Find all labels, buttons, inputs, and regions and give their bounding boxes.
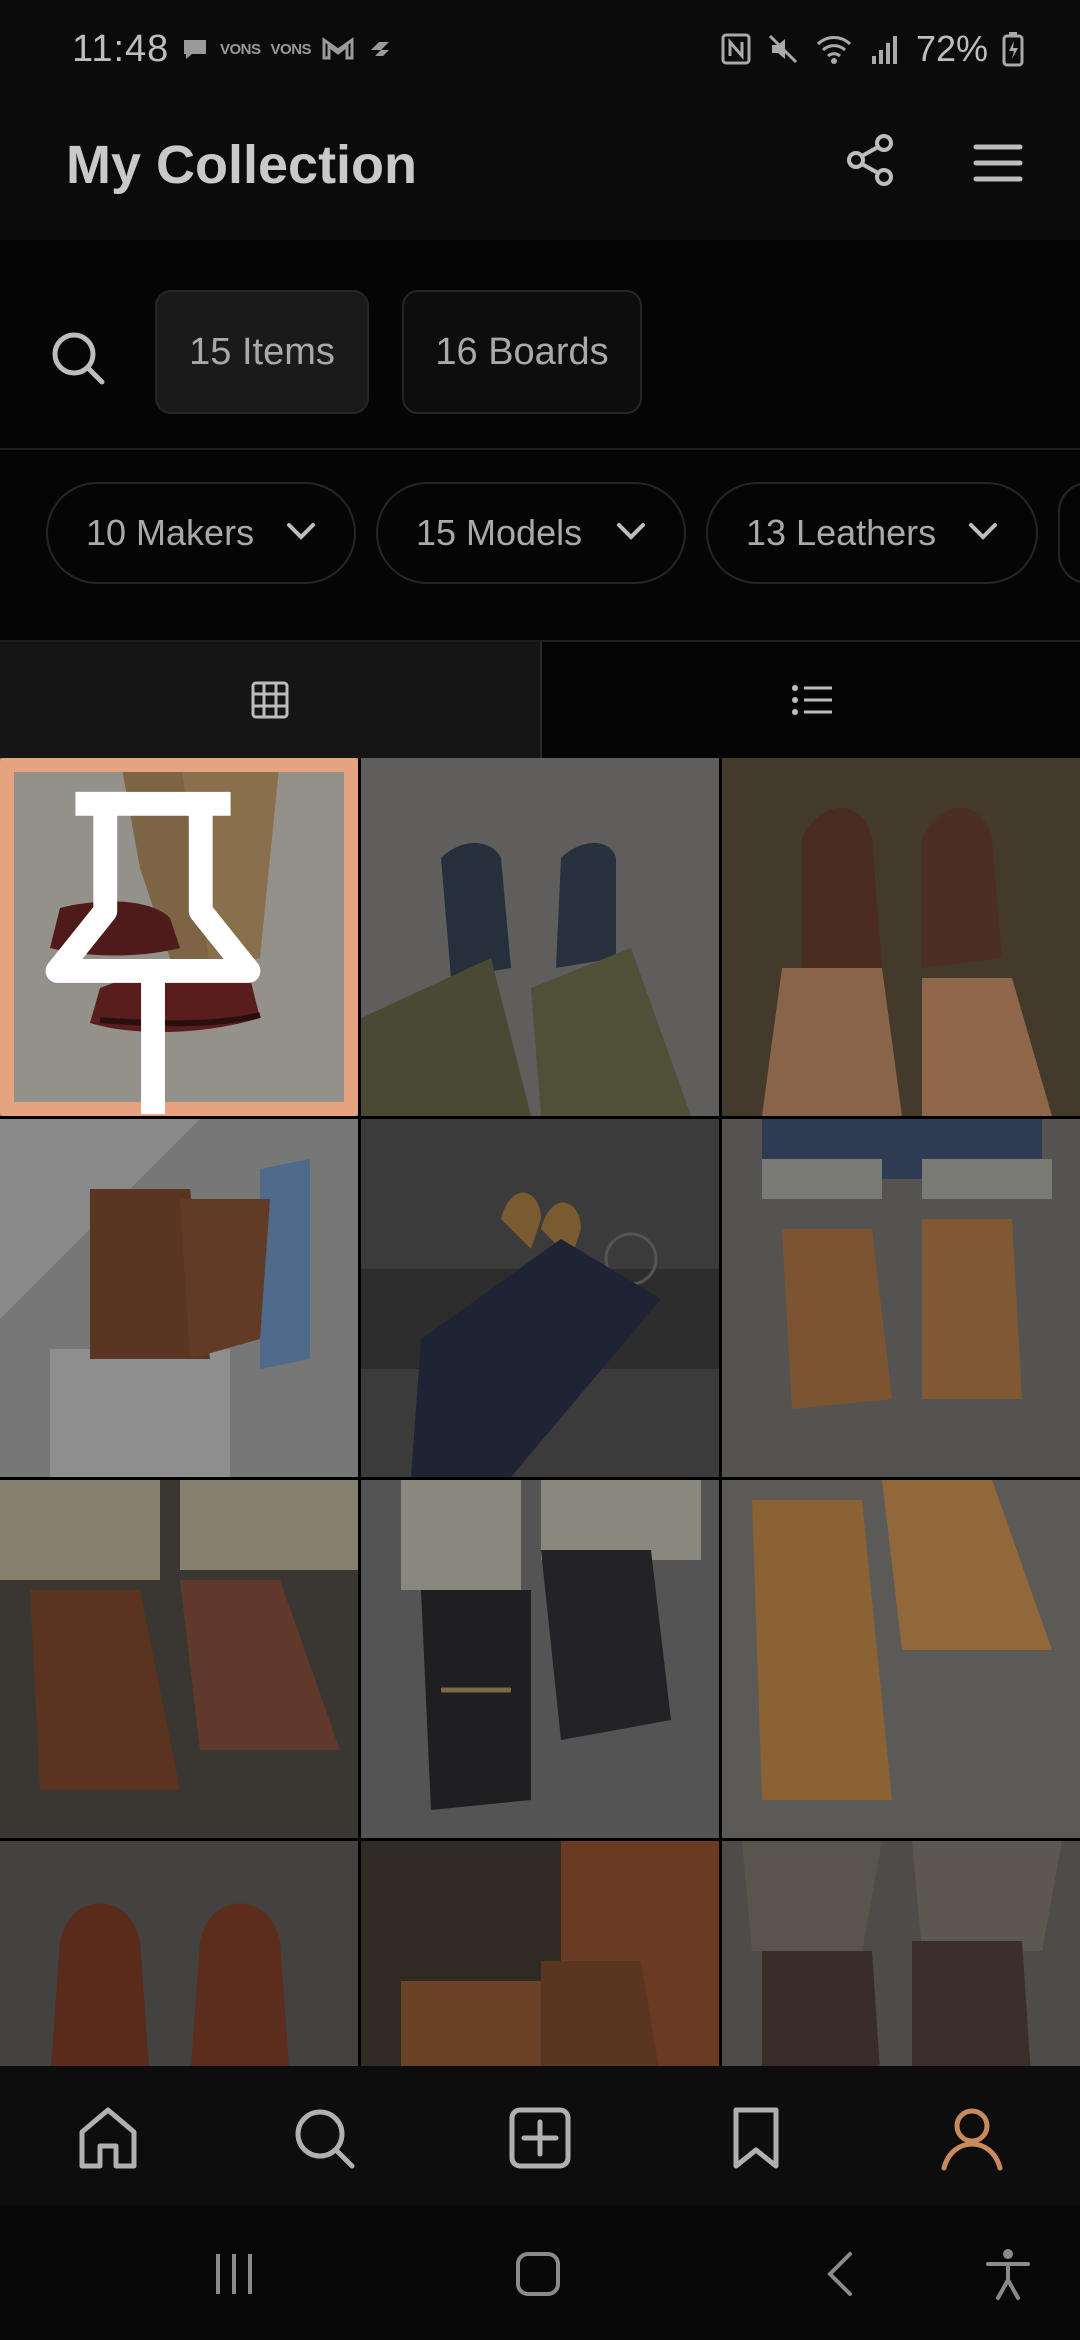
grid-view-icon (251, 681, 289, 719)
collection-photo[interactable] (361, 1119, 719, 1477)
collection-photo[interactable] (0, 1119, 358, 1477)
chip-label: 15 Models (416, 512, 583, 553)
chip-label: 10 Makers (86, 512, 255, 553)
notification-icons: VONS VONS (180, 34, 395, 64)
battery-percent: 72% (915, 28, 988, 69)
collection-search-button[interactable] (46, 326, 110, 390)
add-post-icon (509, 2107, 571, 2169)
nfc-icon (721, 33, 751, 65)
chevron-down-icon (287, 523, 315, 540)
collection-photo[interactable] (361, 1841, 719, 2066)
photo-natural-tan-boots (722, 1480, 1080, 1838)
hamburger-menu-icon (973, 144, 1023, 182)
nav-saved[interactable] (720, 2102, 792, 2174)
photo-dark-brown-boots (722, 1841, 1080, 2066)
collection-photo[interactable] (722, 1841, 1080, 2066)
chevron-down-icon (969, 523, 997, 540)
system-navigation-bar (0, 2206, 1080, 2340)
status-time: 11:48 (72, 28, 170, 70)
boards-tab[interactable]: 16 Boards (402, 290, 642, 414)
status-bar: 11:48 VONS VONS 72% (0, 0, 1080, 100)
collection-photo[interactable] (722, 1119, 1080, 1477)
collection-photo[interactable] (722, 1480, 1080, 1838)
pin-icon (45, 791, 261, 1115)
gmail-icon (322, 37, 354, 60)
nav-add[interactable] (504, 2102, 576, 2174)
profile-icon (941, 2108, 1003, 2171)
home-button[interactable] (510, 2246, 566, 2302)
message-icon (184, 40, 206, 59)
home-icon (79, 2107, 137, 2169)
collection-photo[interactable] (0, 1841, 358, 2066)
photo-brown-sandals (722, 758, 1080, 1116)
system-status-icons: 72% (720, 28, 1024, 70)
mute-icon (768, 34, 797, 64)
search-icon (52, 332, 105, 385)
share-button[interactable] (840, 130, 900, 190)
collection-segment-bar: 15 Items 16 Boards (0, 240, 1080, 450)
models-filter-chip[interactable]: 15 Models (376, 482, 686, 584)
accessibility-icon (986, 2249, 1030, 2300)
view-toggle (0, 642, 1080, 758)
list-view-tab[interactable] (544, 642, 1080, 758)
makers-filter-chip[interactable]: 10 Makers (46, 482, 356, 584)
photo-navy-boots (361, 758, 719, 1116)
search-icon (295, 2109, 355, 2169)
nav-home[interactable] (72, 2102, 144, 2174)
menu-button[interactable] (968, 138, 1028, 188)
list-view-icon (792, 685, 832, 715)
leathers-filter-chip[interactable]: 13 Leathers (706, 482, 1038, 584)
signal-icon (871, 36, 897, 64)
accessibility-button[interactable] (980, 2246, 1036, 2302)
nav-search[interactable] (288, 2102, 360, 2174)
photo-tan-boots-denim (722, 1119, 1080, 1477)
collection-photo[interactable] (722, 758, 1080, 1116)
wifi-icon (816, 36, 851, 64)
carrier-label-2: VONS (270, 40, 312, 58)
photo-side-zip-boots (0, 1119, 358, 1477)
recent-apps-icon (216, 2254, 252, 2294)
back-chevron-icon (827, 2252, 852, 2296)
nav-profile[interactable] (936, 2102, 1008, 2174)
photo-engineer-boots (0, 1480, 358, 1838)
collection-photo[interactable] (0, 758, 358, 1116)
back-button[interactable] (814, 2246, 870, 2302)
grid-view-tab[interactable] (0, 642, 542, 758)
filter-chip-row: 10 Makers 15 Models 13 Leathers (0, 452, 1080, 642)
collection-photo[interactable] (361, 758, 719, 1116)
photo-tan-boots-above (361, 1119, 719, 1477)
app-header: My Collection (0, 100, 1080, 240)
photo-black-captoe (361, 1480, 719, 1838)
recent-apps-button[interactable] (206, 2246, 262, 2302)
collection-photo[interactable] (361, 1480, 719, 1838)
home-square-icon (516, 2252, 560, 2296)
items-tab[interactable]: 15 Items (155, 290, 369, 414)
photo-redbrown-boots (0, 1841, 358, 2066)
more-filter-chip[interactable] (1058, 482, 1080, 584)
collection-photo-grid (0, 758, 1080, 2066)
collection-photo[interactable] (0, 1480, 358, 1838)
bookmark-icon (733, 2107, 779, 2169)
share-icon (847, 134, 893, 186)
battery-icon (1002, 32, 1024, 67)
app-notification-icon (371, 42, 390, 56)
chevron-down-icon (617, 523, 645, 540)
photo-brown-boots-wood (361, 1841, 719, 2066)
chip-label: 13 Leathers (746, 512, 937, 553)
carrier-label-1: VONS (220, 40, 261, 58)
page-title: My Collection (66, 135, 418, 195)
bottom-navigation (0, 2066, 1080, 2206)
